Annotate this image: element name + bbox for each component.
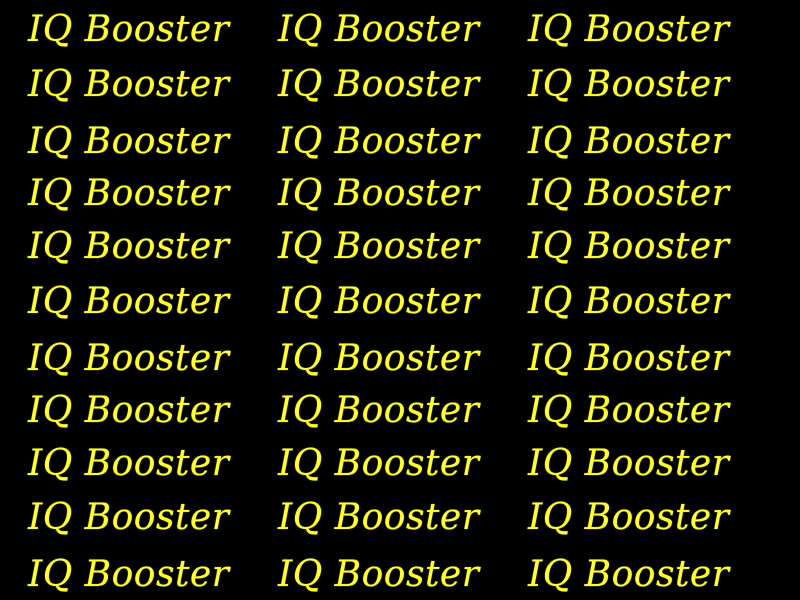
- iq-booster-text-tile: IQ Booster: [278, 338, 480, 379]
- iq-booster-text-tile: IQ Booster: [28, 497, 230, 538]
- iq-booster-text-tile: IQ Booster: [278, 443, 480, 484]
- iq-booster-text-tile: IQ Booster: [28, 121, 230, 162]
- iq-booster-text-tile: IQ Booster: [528, 497, 730, 538]
- iq-booster-text-tile: IQ Booster: [278, 497, 480, 538]
- iq-booster-text-tile: IQ Booster: [528, 554, 730, 595]
- iq-booster-text-tile: IQ Booster: [278, 9, 480, 50]
- iq-booster-text-tile: IQ Booster: [278, 554, 480, 595]
- iq-booster-text-tile: IQ Booster: [278, 121, 480, 162]
- iq-booster-text-tile: IQ Booster: [528, 9, 730, 50]
- iq-booster-text-tile: IQ Booster: [528, 338, 730, 379]
- iq-booster-text-tile: IQ Booster: [528, 443, 730, 484]
- iq-booster-text-tile: IQ Booster: [28, 443, 230, 484]
- iq-booster-text-tile: IQ Booster: [528, 281, 730, 322]
- iq-booster-text-tile: IQ Booster: [278, 390, 480, 431]
- iq-booster-text-tile: IQ Booster: [28, 554, 230, 595]
- iq-booster-text-tile: IQ Booster: [28, 9, 230, 50]
- iq-booster-text-tile: IQ Booster: [278, 281, 480, 322]
- iq-booster-text-tile: IQ Booster: [528, 173, 730, 214]
- iq-booster-text-tile: IQ Booster: [278, 226, 480, 267]
- iq-booster-text-tile: IQ Booster: [278, 173, 480, 214]
- iq-booster-text-tile: IQ Booster: [278, 64, 480, 105]
- iq-booster-text-tile: IQ Booster: [28, 64, 230, 105]
- iq-booster-text-tile: IQ Booster: [28, 226, 230, 267]
- iq-booster-text-tile: IQ Booster: [528, 121, 730, 162]
- iq-booster-text-tile: IQ Booster: [528, 390, 730, 431]
- iq-booster-text-tile: IQ Booster: [28, 338, 230, 379]
- iq-booster-text-tile: IQ Booster: [528, 226, 730, 267]
- iq-booster-text-tile: IQ Booster: [28, 281, 230, 322]
- iq-booster-text-tile: IQ Booster: [28, 390, 230, 431]
- screensaver-canvas: IQ Booster IQ Booster IQ Booster IQ Booster…: [0, 0, 800, 600]
- iq-booster-text-tile: IQ Booster: [28, 173, 230, 214]
- iq-booster-text-tile: IQ Booster: [528, 64, 730, 105]
